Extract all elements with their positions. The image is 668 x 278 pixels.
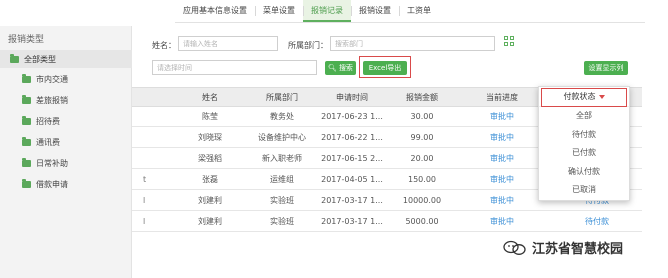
dropdown-option-all[interactable]: 全部 [539,107,629,126]
sidebar-item-label: 招待费 [36,116,60,126]
folder-icon [22,73,31,83]
sidebar-item-label: 日常补助 [36,158,68,168]
cell-amount: 99.00 [410,133,434,142]
cell-amount: 10000.00 [402,196,442,205]
cell-time: 2017-04-05 1... [321,175,383,184]
sidebar-title: 报销类型 [8,35,45,45]
sidebar-item-label: 通讯费 [36,137,60,147]
sidebar-item-label: 借款申请 [36,179,68,189]
dropdown-option-confirm[interactable]: 确认付款 [539,163,629,182]
cell-amount: 150.00 [408,175,436,184]
department-label: 所属部门： [288,41,328,50]
payment-status-highlight-box [541,88,627,107]
cell-stub: l [143,217,146,226]
table-row[interactable]: 刘建利 实验班 2017-03-17 1... 5000.00 审批中 待付款 [132,212,642,232]
dropdown-option-pending[interactable]: 待付款 [539,126,629,145]
folder-icon [22,136,31,146]
cell-amount: 20.00 [410,154,434,163]
tab-payroll[interactable]: 工资单 [399,0,439,22]
tab-app-basic-settings[interactable]: 应用基本信息设置 [175,0,255,22]
cell-name: 张磊 [202,175,218,184]
sidebar-item-communication[interactable]: 通讯费 [22,135,60,149]
folder-icon [22,115,31,125]
cell-time: 2017-06-22 1... [321,133,383,142]
column-header-progress: 当前进度 [486,93,518,102]
tab-divider [175,22,645,23]
folder-icon [22,157,31,167]
top-tab-bar: 应用基本信息设置 菜单设置 报销记录 报销设置 工资单 [175,0,439,22]
cell-dept: 运维组 [270,175,294,184]
cell-time: 2017-03-17 1... [321,217,383,226]
cell-dept: 新入职老师 [262,154,302,163]
cell-time: 2017-03-17 1... [321,196,383,205]
cell-progress[interactable]: 审批中 [462,170,542,190]
folder-icon [10,53,19,63]
cell-progress[interactable]: 审批中 [462,149,542,169]
name-input[interactable] [178,36,278,51]
tab-reimbursement-settings[interactable]: 报销设置 [351,0,399,22]
column-header-department: 所属部门 [266,93,298,102]
watermark-text: 江苏省智慧校园 [532,242,624,257]
cell-stub: t [143,175,147,184]
cell-name: 梁强稻 [198,154,222,163]
excel-highlight-box [359,56,411,78]
cell-dept: 实验班 [270,196,294,205]
name-label: 姓名： [152,41,176,50]
cell-progress[interactable]: 审批中 [462,191,542,211]
cell-time: 2017-06-23 1... [321,112,383,121]
column-header-amount: 报销金额 [406,93,438,102]
search-button[interactable]: 🔍︎ 搜索 [325,61,356,75]
column-header-time: 申请时间 [336,93,368,102]
tab-menu-settings[interactable]: 菜单设置 [255,0,303,22]
sidebar-item-loan-request[interactable]: 借款申请 [22,177,68,191]
cell-progress[interactable]: 审批中 [462,107,542,127]
grid-icon[interactable] [504,36,514,46]
display-columns-button[interactable]: 设置显示列 [584,61,628,75]
cell-stub: l [143,196,146,205]
cell-name: 陈莹 [202,112,218,121]
sidebar-item-daily-allowance[interactable]: 日常补助 [22,156,68,170]
cell-amount: 30.00 [410,112,434,121]
cell-time: 2017-06-15 2... [321,154,383,163]
cell-name: 刘晓琛 [198,133,222,142]
wechat-icon [503,240,526,255]
cell-name: 刘建利 [198,217,222,226]
sidebar: 报销类型 全部类型 市内交通 差旅报销 招待费 通讯费 日常补助 借款申请 [0,26,132,278]
sidebar-item-local-transport[interactable]: 市内交通 [22,72,68,86]
cell-name: 刘建利 [198,196,222,205]
folder-icon [22,178,31,188]
cell-dept: 教务处 [270,112,294,121]
cell-progress[interactable]: 审批中 [462,128,542,148]
search-button-label: 搜索 [338,64,353,72]
sidebar-item-all[interactable]: 全部类型 [0,50,132,68]
cell-dept: 实验班 [270,217,294,226]
folder-icon [22,94,31,104]
time-input[interactable] [152,60,317,75]
dropdown-option-paid[interactable]: 已付款 [539,144,629,163]
wechat-watermark: 江苏省智慧校园 [502,238,623,257]
sidebar-item-entertainment[interactable]: 招待费 [22,114,60,128]
cell-amount: 5000.00 [405,217,439,226]
tab-reimbursement-records[interactable]: 报销记录 [303,0,351,22]
department-input[interactable] [330,36,495,51]
dropdown-option-cancelled[interactable]: 已取消 [539,181,629,200]
sidebar-item-label: 全部类型 [24,54,56,64]
sidebar-item-travel[interactable]: 差旅报销 [22,93,68,107]
cell-pay[interactable]: 待付款 [557,212,637,232]
sidebar-item-label: 差旅报销 [36,95,68,105]
search-icon: 🔍︎ [328,64,337,72]
sidebar-item-label: 市内交通 [36,74,68,84]
cell-dept: 设备维护中心 [258,133,306,142]
column-header-name: 姓名 [202,93,218,102]
cell-progress[interactable]: 审批中 [462,212,542,232]
